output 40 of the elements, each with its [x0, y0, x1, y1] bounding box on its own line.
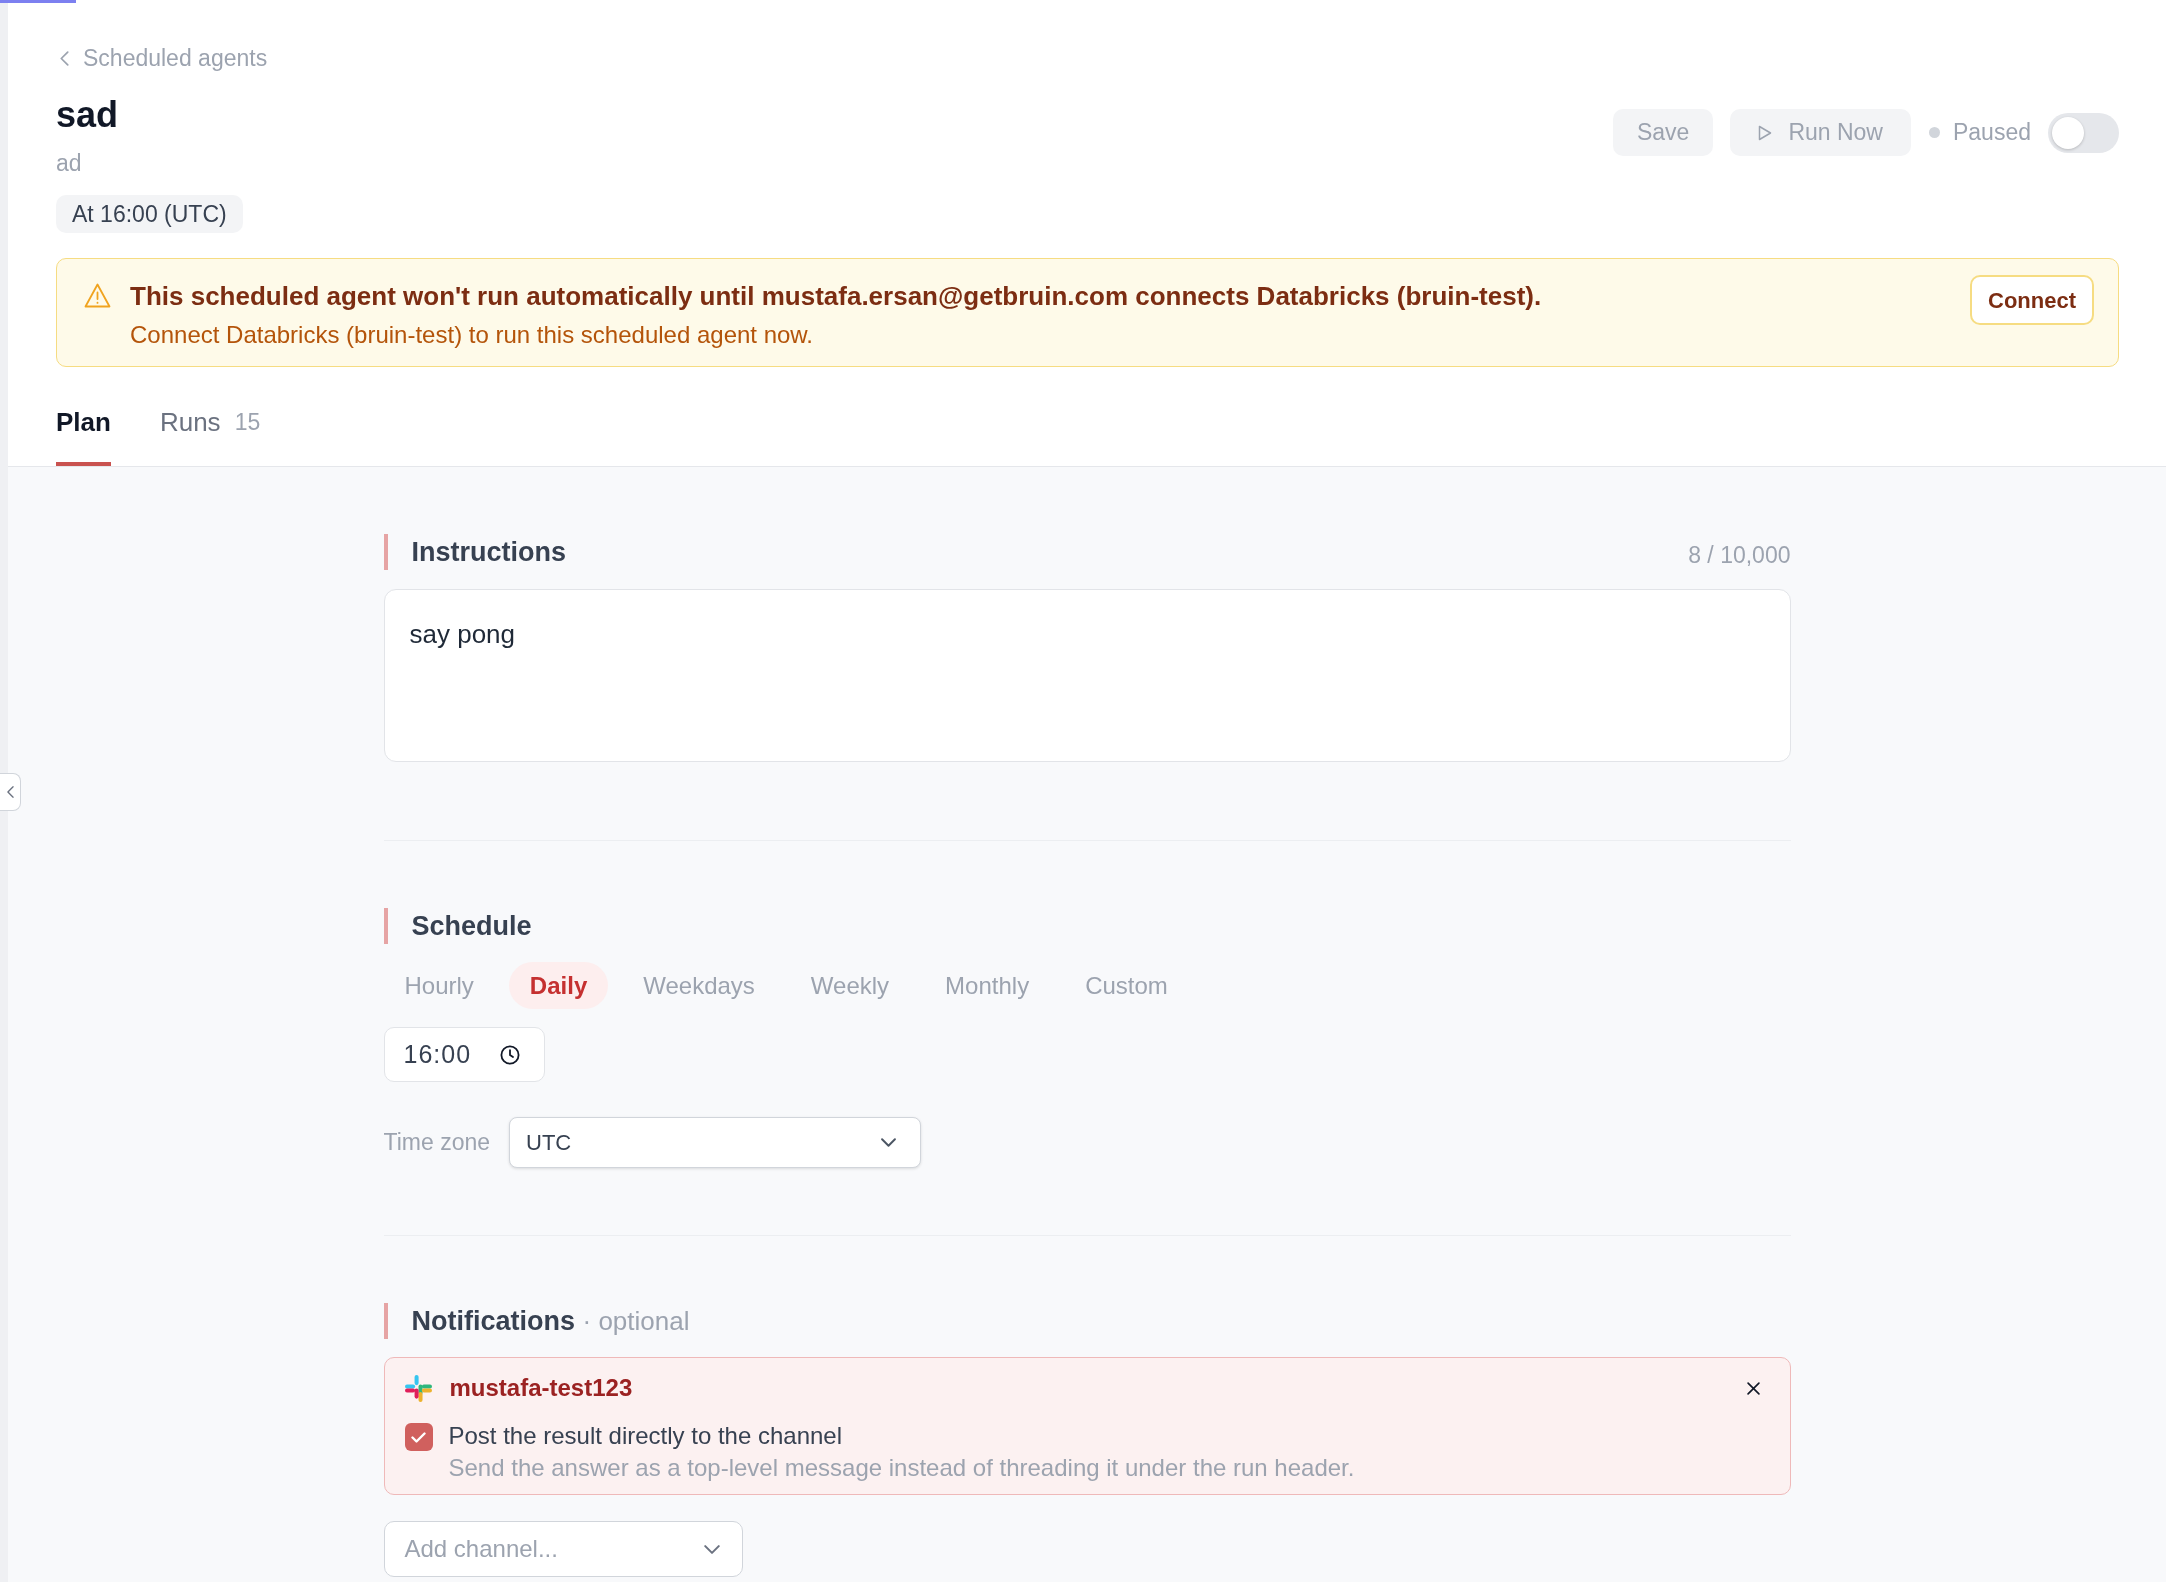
channel-name: mustafa-test123: [449, 1373, 633, 1403]
character-counter: 8 / 10,000: [1688, 540, 1791, 570]
schedule-badge: At 16:00 (UTC): [56, 195, 243, 233]
option-label: Post the result directly to the channel: [448, 1421, 844, 1451]
instructions-field[interactable]: say pong: [383, 589, 1791, 762]
section-heading: Instructions: [411, 535, 566, 569]
time-input[interactable]: 16:00: [383, 1027, 545, 1082]
hash-logo-icon: [404, 1374, 432, 1402]
chevron-left-icon: [6, 786, 14, 798]
chevron-left-icon: [60, 50, 69, 66]
connect-button[interactable]: Connect: [1970, 275, 2094, 325]
pause-toggle[interactable]: [2048, 112, 2119, 153]
timezone-select[interactable]: UTC: [509, 1117, 922, 1168]
close-icon[interactable]: [1746, 1381, 1760, 1395]
frequency-option[interactable]: Custom: [1064, 962, 1189, 1009]
option-description: Send the answer as a top-level message instead of threading it under the run header.: [448, 1454, 1355, 1482]
frequency-option[interactable]: Monthly: [924, 962, 1051, 1009]
warning-icon: [84, 283, 111, 308]
agent-title: sad: [56, 93, 119, 137]
add-channel-select[interactable]: Add channel...: [383, 1521, 743, 1577]
play-icon: [1758, 124, 1773, 141]
frequency-option[interactable]: Daily: [508, 962, 609, 1009]
checkmark-icon: [411, 1431, 426, 1443]
frequency-option[interactable]: Weekly: [789, 962, 911, 1009]
chevron-down-icon: [703, 1544, 720, 1554]
status-label: Paused: [1953, 118, 2031, 148]
sidebar-toggle-button[interactable]: [0, 773, 21, 811]
checkbox[interactable]: [404, 1423, 433, 1451]
tab[interactable]: Runs 15: [159, 371, 261, 466]
clock-icon: [499, 1044, 520, 1065]
frequency-option[interactable]: Weekdays: [622, 962, 776, 1009]
frequency-option[interactable]: Hourly: [383, 962, 495, 1009]
timezone-label: Time zone: [383, 1128, 491, 1158]
chevron-down-icon: [881, 1138, 897, 1147]
section-heading: Notifications · optional: [411, 1304, 690, 1338]
agent-description: ad: [56, 149, 82, 178]
section-heading: Schedule: [411, 909, 532, 943]
back-link[interactable]: Scheduled agents: [56, 43, 268, 73]
banner-title: This scheduled agent won't run automatically until mustafa.ersan@getbruin.com connects Databricks (bruin-test).: [130, 280, 1543, 312]
banner-message: Connect Databricks (bruin-test) to run this scheduled agent now.: [130, 320, 815, 350]
